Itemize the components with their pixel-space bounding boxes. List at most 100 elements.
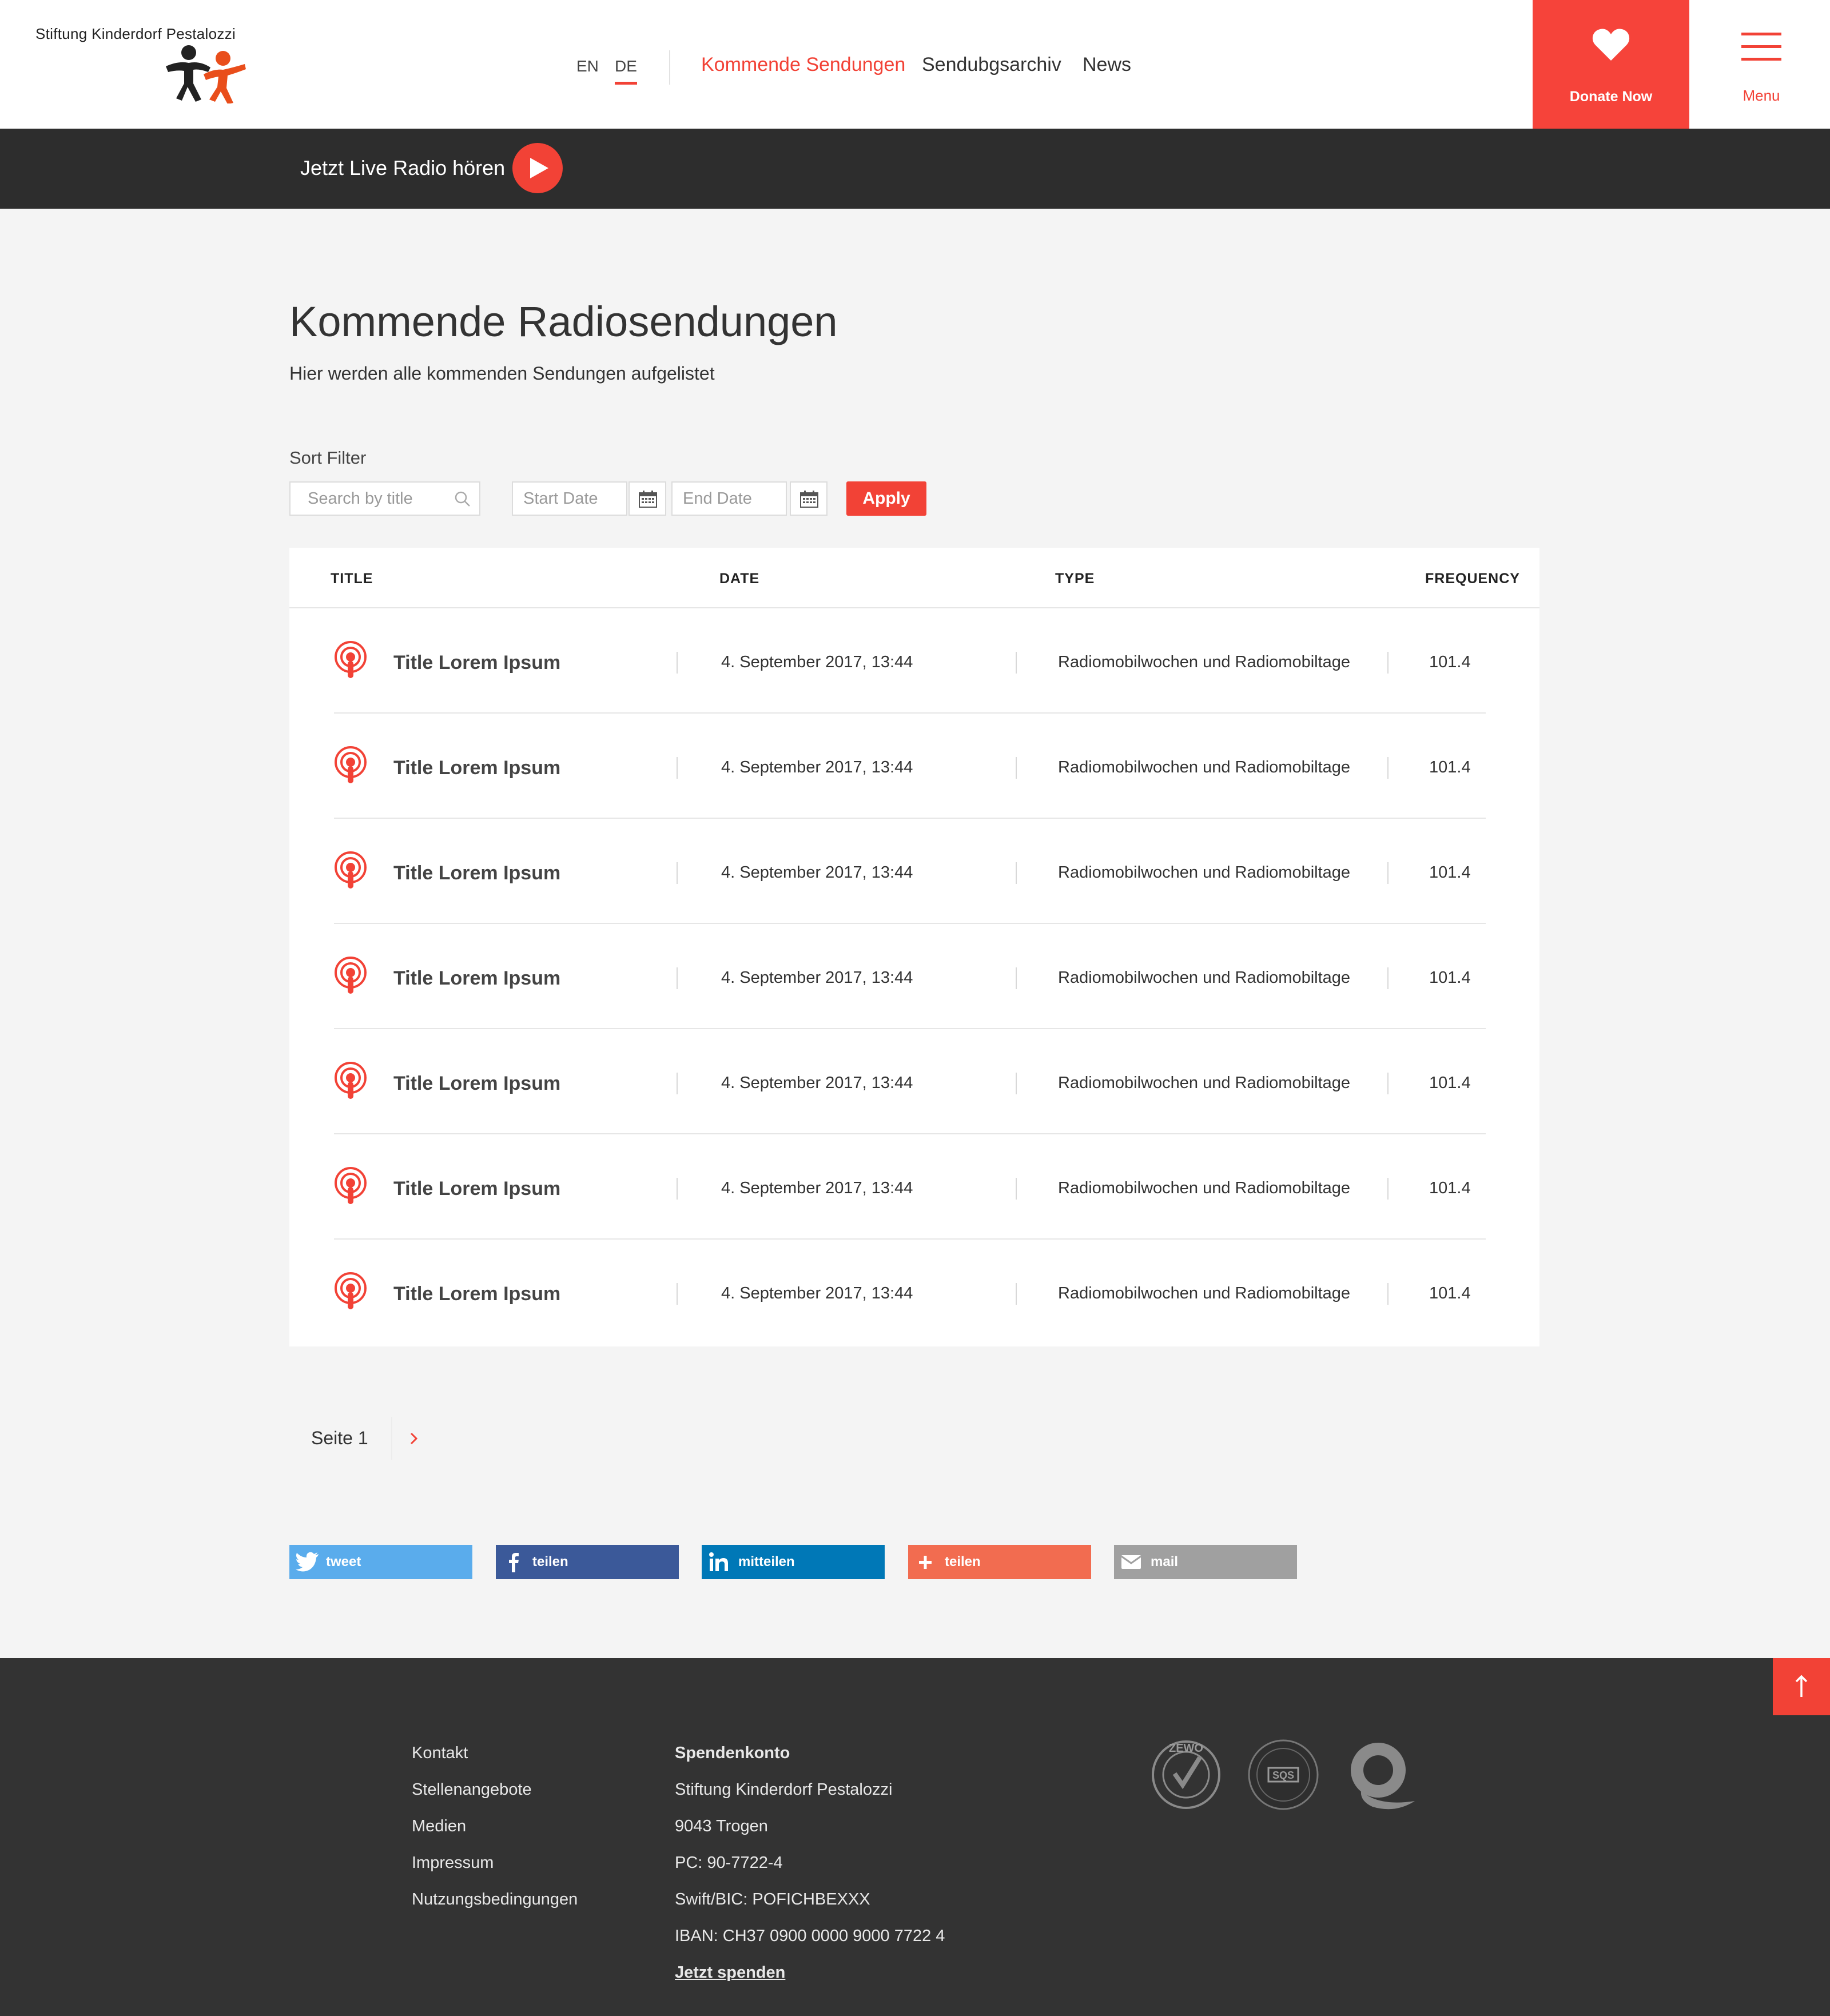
row-title[interactable]: Title Lorem Ipsum (393, 1283, 560, 1305)
start-date-input[interactable]: Start Date (512, 481, 627, 516)
search-input[interactable]: Search by title (289, 481, 480, 516)
logo[interactable]: Stiftung Kinderdorf Pestalozzi (35, 25, 253, 111)
donation-account-line: IBAN: CH37 0900 0000 9000 7722 4 (675, 1927, 945, 1945)
end-date-input[interactable]: End Date (671, 481, 787, 516)
row-title[interactable]: Title Lorem Ipsum (393, 757, 560, 779)
footer-link-impressum[interactable]: Impressum (412, 1854, 494, 1872)
zewo-seal-icon: ZEWO (1152, 1740, 1220, 1809)
share-facebook-button[interactable]: teilen (496, 1545, 679, 1579)
page-subtitle: Hier werden alle kommenden Sendungen auf… (289, 363, 715, 384)
column-divider (677, 652, 678, 674)
row-frequency: 101.4 (1429, 1074, 1471, 1092)
search-icon (455, 491, 470, 507)
end-date-placeholder: End Date (683, 489, 752, 508)
table-row[interactable]: Title Lorem Ipsum 4. September 2017, 13:… (289, 714, 1539, 819)
row-type: Radiomobilwochen und Radiomobiltage (1058, 1179, 1351, 1197)
row-frequency: 101.4 (1429, 863, 1471, 882)
donate-label: Donate Now (1569, 89, 1653, 105)
language-en[interactable]: EN (576, 57, 599, 75)
twitter-icon (296, 1552, 319, 1572)
play-icon (530, 158, 548, 178)
footer-link-nutzungsbedingungen[interactable]: Nutzungsbedingungen (412, 1890, 578, 1909)
arrow-up-icon (1795, 1675, 1808, 1697)
menu-label: Menu (1743, 87, 1780, 104)
column-divider (1016, 1178, 1017, 1200)
row-date: 4. September 2017, 13:44 (721, 1179, 913, 1197)
share-linkedin-button[interactable]: mitteilen (702, 1545, 885, 1579)
row-type: Radiomobilwochen und Radiomobiltage (1058, 1284, 1351, 1302)
column-divider (1016, 1073, 1017, 1094)
share-facebook-label: teilen (532, 1554, 568, 1569)
row-type: Radiomobilwochen und Radiomobiltage (1058, 969, 1351, 987)
column-divider (1387, 967, 1389, 989)
column-title[interactable]: TITLE (331, 571, 373, 587)
nav-news[interactable]: News (1083, 54, 1131, 76)
row-frequency: 101.4 (1429, 1179, 1471, 1197)
linkedin-icon (709, 1552, 728, 1571)
column-divider (1387, 1283, 1389, 1305)
row-title[interactable]: Title Lorem Ipsum (393, 862, 560, 885)
nav-kommende-sendungen[interactable]: Kommende Sendungen (701, 54, 905, 76)
row-frequency: 101.4 (1429, 758, 1471, 776)
footer-link-stellenangebote[interactable]: Stellenangebote (412, 1780, 532, 1799)
share-mail-button[interactable]: mail (1114, 1545, 1297, 1579)
column-divider (1016, 1283, 1017, 1305)
column-divider (1387, 1178, 1389, 1200)
logo-text: Stiftung Kinderdorf Pestalozzi (35, 25, 236, 42)
share-twitter-button[interactable]: tweet (289, 1545, 472, 1579)
site-header: Stiftung Kinderdorf Pestalozzi EN DE Kom… (0, 0, 1830, 129)
next-page-button[interactable] (391, 1417, 434, 1460)
live-radio-bar: Jetzt Live Radio hören (0, 129, 1830, 209)
share-plus-label: teilen (945, 1554, 981, 1569)
column-frequency[interactable]: FREQUENCY (1425, 571, 1520, 587)
facebook-icon (509, 1553, 519, 1572)
footer-link-kontakt[interactable]: Kontakt (412, 1744, 468, 1763)
table-row[interactable]: Title Lorem Ipsum 4. September 2017, 13:… (289, 1029, 1539, 1134)
row-date: 4. September 2017, 13:44 (721, 863, 913, 882)
column-divider (1387, 1073, 1389, 1094)
row-title[interactable]: Title Lorem Ipsum (393, 967, 560, 990)
live-play-button[interactable] (512, 143, 563, 193)
back-to-top-button[interactable] (1773, 1658, 1830, 1715)
row-title[interactable]: Title Lorem Ipsum (393, 1178, 560, 1200)
nav-sendungsarchiv[interactable]: Sendubgsarchiv (922, 54, 1061, 76)
row-title[interactable]: Title Lorem Ipsum (393, 1073, 560, 1095)
row-type: Radiomobilwochen und Radiomobiltage (1058, 863, 1351, 882)
live-radio-label[interactable]: Jetzt Live Radio hören (300, 156, 505, 180)
children-figures-icon (166, 45, 246, 103)
table-row[interactable]: Title Lorem Ipsum 4. September 2017, 13:… (289, 819, 1539, 924)
donate-button[interactable]: Donate Now (1533, 0, 1689, 129)
row-date: 4. September 2017, 13:44 (721, 758, 913, 776)
row-date: 4. September 2017, 13:44 (721, 969, 913, 987)
column-divider (677, 862, 678, 884)
table-row[interactable]: Title Lorem Ipsum 4. September 2017, 13:… (289, 1240, 1539, 1345)
podcast-icon (335, 957, 367, 994)
menu-button[interactable]: Menu (1721, 0, 1801, 129)
column-type[interactable]: TYPE (1055, 571, 1095, 587)
table-row[interactable]: Title Lorem Ipsum 4. September 2017, 13:… (289, 924, 1539, 1029)
footer-link-medien[interactable]: Medien (412, 1817, 466, 1836)
table-row[interactable]: Title Lorem Ipsum 4. September 2017, 13:… (289, 1134, 1539, 1240)
donation-account-line: Stiftung Kinderdorf Pestalozzi (675, 1780, 893, 1799)
column-date[interactable]: DATE (719, 571, 759, 587)
column-divider (1387, 757, 1389, 779)
share-linkedin-label: mitteilen (738, 1554, 795, 1569)
page-title: Kommende Radiosendungen (289, 298, 838, 345)
row-date: 4. September 2017, 13:44 (721, 1284, 913, 1302)
column-divider (677, 757, 678, 779)
page-indicator: Seite 1 (311, 1428, 368, 1448)
podcast-icon (335, 1272, 367, 1309)
end-date-calendar-button[interactable] (790, 481, 828, 516)
column-divider (677, 967, 678, 989)
row-title[interactable]: Title Lorem Ipsum (393, 652, 560, 674)
share-plus-button[interactable]: teilen (908, 1545, 1091, 1579)
table-row[interactable]: Title Lorem Ipsum 4. September 2017, 13:… (289, 608, 1539, 714)
language-de[interactable]: DE (615, 57, 637, 85)
calendar-icon (800, 491, 818, 508)
start-date-calendar-button[interactable] (628, 481, 666, 516)
search-placeholder: Search by title (308, 489, 413, 508)
podcast-icon (335, 1062, 367, 1099)
mail-icon (1121, 1555, 1141, 1569)
donate-now-link[interactable]: Jetzt spenden (675, 1963, 785, 1982)
apply-button[interactable]: Apply (846, 481, 926, 516)
